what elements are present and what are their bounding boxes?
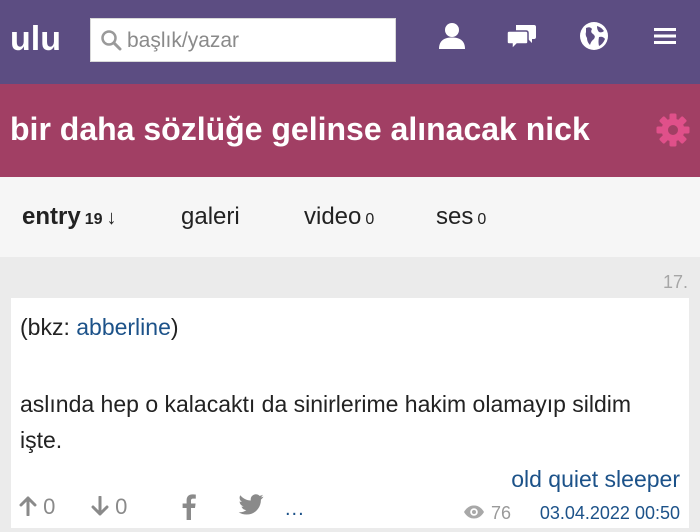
more-options-button[interactable]: ... [285, 498, 305, 521]
tab-galeri-label: galeri [181, 203, 240, 230]
view-count: 76 [491, 503, 512, 523]
entry-text: aslında hep o kalacaktı da sinirlerime h… [20, 391, 632, 453]
tab-entry-count: 19 [84, 211, 103, 228]
author-link[interactable]: old quiet sleeper [511, 466, 680, 493]
bkz-link[interactable]: abberline [76, 314, 171, 340]
globe-icon[interactable] [578, 20, 610, 52]
tab-video-count: 0 [365, 211, 375, 228]
content-tabs: entry 19 ↓ galeri video 0 ses 0 [0, 177, 700, 257]
tab-video-label: video [304, 203, 362, 230]
tab-ses-count: 0 [477, 211, 487, 228]
tab-entry-label: entry [22, 203, 81, 230]
site-logo[interactable]: ulu [10, 20, 61, 59]
tab-entry[interactable]: entry 19 ↓ [22, 203, 116, 231]
twitter-icon[interactable] [238, 494, 264, 516]
eye-icon [464, 505, 484, 519]
upvote-button[interactable]: 0 [19, 494, 55, 520]
tab-ses-label: ses [436, 203, 474, 230]
upvote-count: 0 [43, 494, 56, 519]
tab-galeri[interactable]: galeri [181, 203, 240, 231]
search-input[interactable] [125, 19, 393, 63]
bkz-reference: (bkz: abberline) [20, 314, 179, 341]
bkz-suffix: ) [170, 314, 179, 340]
tab-ses[interactable]: ses 0 [436, 203, 486, 231]
gear-icon[interactable] [655, 112, 691, 148]
facebook-icon[interactable] [181, 494, 197, 520]
tab-video[interactable]: video 0 [304, 203, 374, 231]
entry-date-link[interactable]: 03.04.2022 00:50 [540, 503, 680, 524]
messages-icon[interactable] [506, 20, 538, 52]
topic-title[interactable]: bir daha sözlüğe gelinse alınacak nick [10, 111, 590, 148]
sort-arrow-icon[interactable]: ↓ [106, 207, 116, 229]
top-bar: ulu [0, 0, 700, 84]
user-icon[interactable] [436, 20, 468, 52]
downvote-count: 0 [115, 494, 128, 519]
arrow-up-icon [19, 496, 37, 517]
entry-card: (bkz: abberline) aslında hep o kalacaktı… [11, 298, 689, 528]
bkz-prefix: (bkz: [20, 314, 77, 340]
search-box[interactable] [90, 18, 396, 63]
arrow-down-icon [91, 495, 109, 516]
search-icon [101, 30, 122, 51]
entry-number[interactable]: 17. [663, 272, 688, 293]
topic-header: bir daha sözlüğe gelinse alınacak nick [0, 84, 700, 177]
downvote-button[interactable]: 0 [91, 494, 127, 520]
menu-icon[interactable] [649, 20, 681, 52]
